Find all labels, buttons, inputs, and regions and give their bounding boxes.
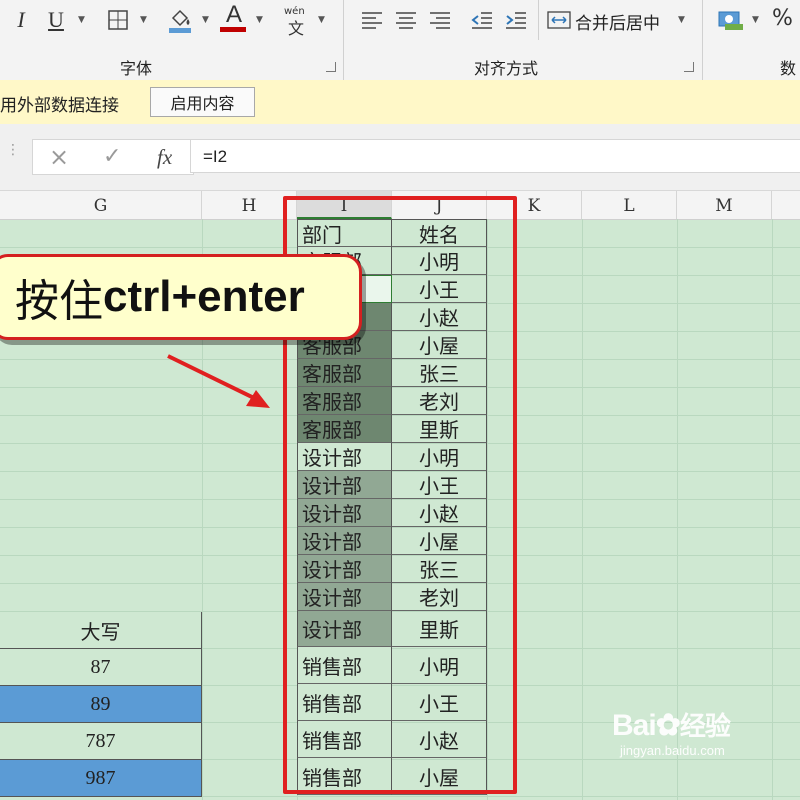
font-color-button[interactable]: A [220, 1, 248, 28]
cell-g[interactable]: 87 [0, 649, 202, 686]
alignment-dialog-launcher-icon[interactable] [684, 62, 694, 72]
security-warning-bar: 用外部数据连接 启用内容 [0, 80, 800, 125]
alignment-group-label: 对齐方式 [474, 59, 539, 78]
group-divider [702, 0, 703, 80]
formula-input[interactable]: =I2 [190, 139, 800, 173]
underline-button[interactable]: U [42, 6, 70, 34]
chevron-down-icon[interactable]: ▼ [678, 15, 685, 25]
number-group-label: 数 [780, 59, 797, 78]
chevron-down-icon[interactable]: ▼ [318, 15, 325, 25]
chevron-down-icon[interactable]: ▼ [202, 15, 209, 25]
column-header-m[interactable]: M [677, 191, 772, 219]
align-left-icon[interactable] [360, 8, 384, 32]
divider [538, 0, 539, 40]
cell-text: 大写 [80, 619, 121, 644]
enter-icon[interactable]: ✓ [103, 144, 121, 169]
font-group-label: 字体 [120, 59, 153, 78]
column-header-g[interactable]: G [0, 191, 202, 219]
cell-text: 89 [90, 692, 111, 715]
cell-text: 87 [90, 655, 111, 678]
ribbon: I U ▼ ▼ ▼ A ▼ wén 文 ▼ 字体 合并后居中 ▼ 对齐方式 ▼ … [0, 0, 800, 81]
watermark-brand-cn: 经验 [679, 712, 731, 742]
chevron-down-icon[interactable]: ▼ [256, 15, 263, 25]
cell-g[interactable]: 89 [0, 686, 202, 723]
watermark-url: jingyan.baidu.com [620, 743, 725, 758]
align-center-icon[interactable] [394, 8, 418, 32]
decrease-indent-icon[interactable] [470, 8, 494, 32]
callout-text-shortcut: ctrl+enter [103, 272, 305, 321]
cell-g[interactable]: 787 [0, 723, 202, 760]
italic-button[interactable]: I [8, 6, 34, 34]
formula-buttons: × ✓ fx [32, 139, 194, 175]
paw-icon: ✿ [655, 709, 681, 742]
insert-function-button[interactable]: fx [157, 145, 172, 170]
font-dialog-launcher-icon[interactable] [326, 62, 336, 72]
gridline [772, 219, 773, 800]
borders-icon[interactable] [106, 8, 130, 32]
cancel-icon[interactable]: × [49, 143, 69, 171]
chevron-down-icon[interactable]: ▼ [78, 15, 85, 25]
merge-center-icon[interactable] [546, 8, 572, 32]
increase-indent-icon[interactable] [504, 8, 528, 32]
chevron-down-icon[interactable]: ▼ [140, 15, 147, 25]
callout-text-cjk: 按住 [15, 276, 103, 327]
cell-g-header[interactable]: 大写 [0, 612, 202, 649]
group-divider [343, 0, 344, 80]
tip-callout: 按住 ctrl+enter [0, 254, 362, 340]
baidu-jingyan-watermark: Bai✿经验 jingyan.baidu.com [612, 706, 731, 758]
watermark-brand: Bai [612, 709, 657, 742]
cell-g[interactable]: 987 [0, 760, 202, 797]
drag-handle-icon[interactable]: ⋮ [6, 143, 20, 157]
enable-content-button[interactable]: 启用内容 [150, 87, 255, 117]
phonetic-guide-button[interactable]: 文 [288, 15, 304, 39]
cell-text: 987 [85, 766, 116, 789]
gridline [582, 219, 583, 800]
column-header-l[interactable]: L [582, 191, 677, 219]
security-message: 用外部数据连接 [0, 96, 119, 116]
pointer-arrow-icon [167, 354, 270, 408]
number-format-icon[interactable] [716, 6, 746, 34]
cell-text: 787 [85, 729, 116, 752]
chevron-down-icon[interactable]: ▼ [752, 15, 759, 25]
merge-center-button[interactable]: 合并后居中 [575, 9, 660, 34]
fill-color-icon[interactable] [166, 6, 194, 34]
font-color-swatch [220, 27, 246, 32]
percent-button[interactable]: % [772, 6, 793, 31]
align-right-icon[interactable] [428, 8, 452, 32]
